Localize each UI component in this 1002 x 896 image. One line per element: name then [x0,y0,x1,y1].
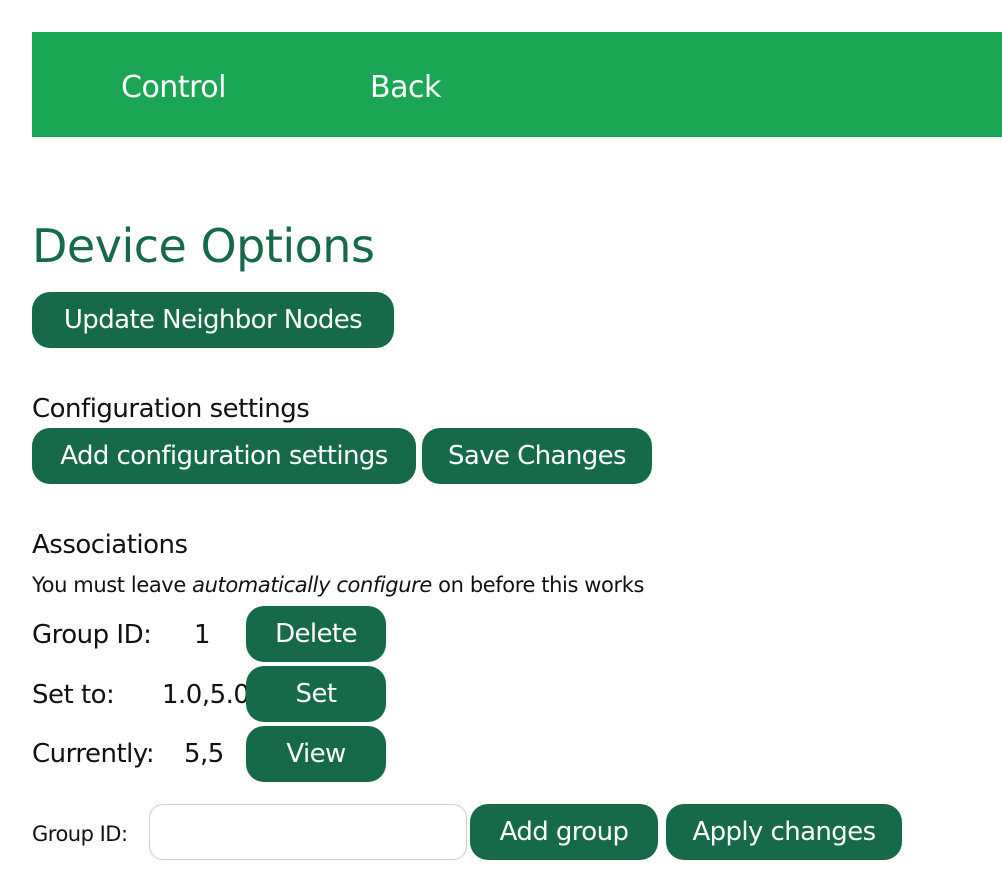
currently-label: Currently: [32,739,155,769]
associations-heading: Associations [32,530,188,560]
group-id-label: Group ID: [32,620,152,650]
set-to-value: 1.0,5.0 [162,680,250,710]
save-changes-button[interactable]: Save Changes [422,428,652,484]
top-navbar: Control Back [32,32,1002,137]
associations-note-before: You must leave [32,573,193,597]
group-id-input[interactable] [149,804,467,860]
associations-note-emphasis: automatically configure [192,573,432,597]
set-to-label: Set to: [32,680,115,710]
configuration-settings-heading: Configuration settings [32,394,310,424]
new-group-id-label: Group ID: [32,822,128,846]
add-configuration-settings-button[interactable]: Add configuration settings [32,428,416,484]
nav-link-control[interactable]: Control [121,32,226,137]
associations-note: You must leave automatically configure o… [32,571,644,599]
nav-link-back[interactable]: Back [370,32,441,137]
associations-note-after: on before this works [431,573,645,597]
view-button[interactable]: View [246,726,386,782]
delete-button[interactable]: Delete [246,606,386,662]
group-id-value: 1 [194,620,211,650]
set-button[interactable]: Set [246,666,386,722]
apply-changes-button[interactable]: Apply changes [666,804,902,860]
add-group-button[interactable]: Add group [470,804,658,860]
page-title: Device Options [32,219,375,273]
currently-value: 5,5 [184,739,224,769]
update-neighbor-nodes-button[interactable]: Update Neighbor Nodes [32,292,394,348]
